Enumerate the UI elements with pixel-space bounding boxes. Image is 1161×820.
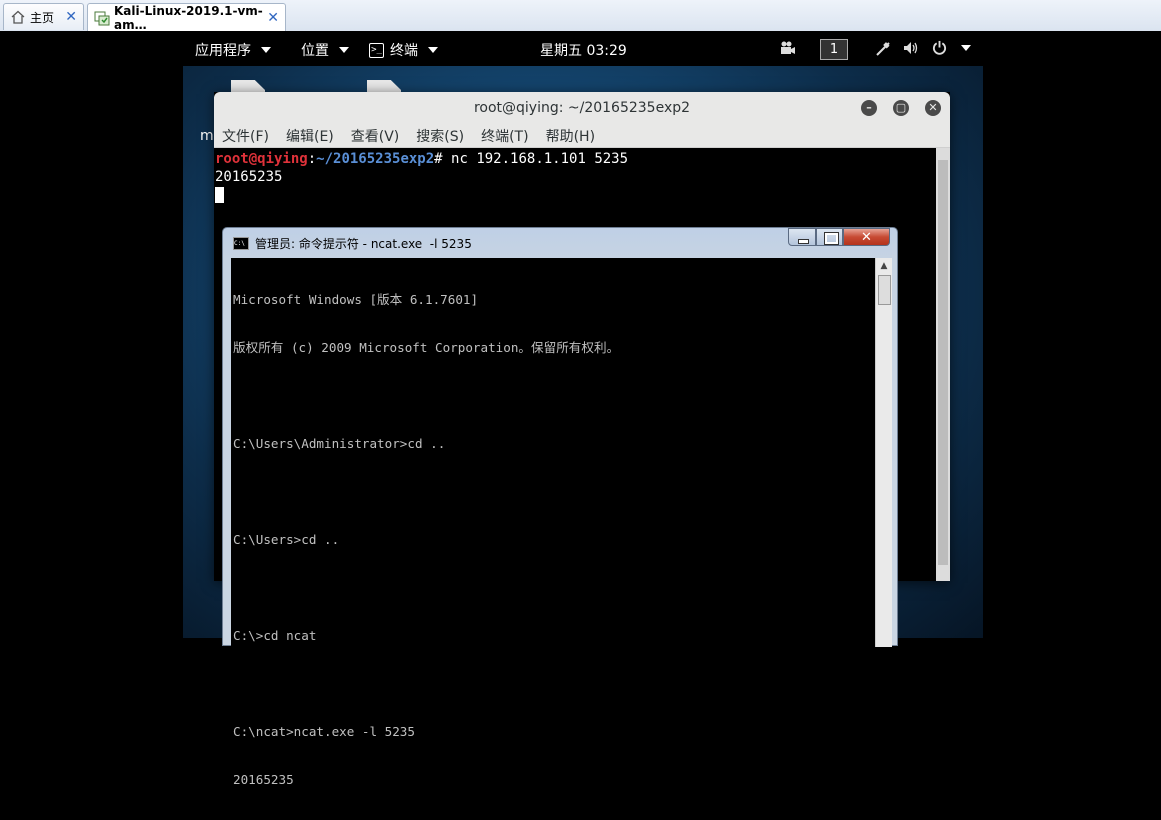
scrollbar-thumb[interactable]	[878, 275, 891, 305]
cmd-window: C:\ 管理员: 命令提示符 - ncat.exe -l 5235 ✕ Micr…	[222, 227, 898, 787]
close-icon[interactable]: ✕	[267, 10, 279, 26]
cmd-line	[233, 580, 875, 596]
prompt-path: ~/20165235exp2	[316, 151, 435, 167]
minimize-button[interactable]: –	[861, 100, 877, 116]
terminal-app-label: 终端	[390, 43, 418, 59]
terminal-title: root@qiying: ~/20165235exp2	[473, 100, 691, 116]
cmd-icon: C:\	[233, 236, 249, 250]
terminal-output-line: 20165235	[215, 169, 283, 185]
terminal-app-menu[interactable]: >_ 终端	[369, 40, 438, 60]
gnome-top-bar: 应用程序 位置 >_ 终端 星期五 03:29 1	[183, 31, 983, 66]
menu-terminal[interactable]: 终端(T)	[481, 126, 528, 146]
text-cursor	[215, 187, 224, 203]
applications-label: 应用程序	[195, 43, 251, 59]
terminal-icon: >_	[369, 42, 384, 58]
maximize-button[interactable]	[816, 228, 843, 246]
scrollbar-thumb[interactable]	[938, 160, 948, 565]
prompt-hash: #	[434, 151, 443, 167]
cmd-line: 版权所有 (c) 2009 Microsoft Corporation。保留所有…	[233, 340, 620, 355]
cmd-line: C:\>cd ncat	[233, 628, 317, 643]
terminal-cursor-line	[215, 186, 937, 204]
cmd-line: C:\ncat>ncat.exe -l 5235	[233, 724, 415, 739]
cmd-scrollbar[interactable]: ▲	[875, 258, 892, 647]
tab-kali-vm[interactable]: Kali-Linux-2019.1-vm-am… ✕	[87, 3, 286, 32]
cmd-line	[233, 388, 875, 404]
terminal-menubar: 文件(F) 编辑(E) 查看(V) 搜索(S) 终端(T) 帮助(H)	[214, 124, 950, 148]
video-camera-icon[interactable]	[780, 41, 796, 55]
menu-help[interactable]: 帮助(H)	[546, 126, 595, 146]
tab-kali-label: Kali-Linux-2019.1-vm-am…	[114, 3, 263, 32]
terminal-titlebar[interactable]: root@qiying: ~/20165235exp2 – ▢ ✕	[214, 92, 950, 124]
volume-icon[interactable]	[903, 41, 919, 55]
workspace-indicator[interactable]: 1	[820, 39, 848, 60]
close-button[interactable]: ✕	[925, 100, 941, 116]
prompt-separator: :	[307, 151, 317, 167]
terminal-command: nc 192.168.1.101 5235	[442, 151, 629, 167]
power-menu[interactable]	[932, 40, 971, 55]
tab-home[interactable]: 主页 ✕	[3, 3, 84, 30]
chevron-down-icon	[428, 47, 438, 53]
workspace-number: 1	[820, 39, 848, 60]
terminal-scrollbar[interactable]	[936, 148, 950, 581]
places-menu[interactable]: 位置	[301, 40, 349, 60]
minimize-button[interactable]	[788, 228, 816, 246]
home-icon	[10, 9, 26, 25]
close-icon: ✕	[861, 230, 872, 245]
menu-view[interactable]: 查看(V)	[351, 126, 400, 146]
cmd-line: Microsoft Windows [版本 6.1.7601]	[233, 292, 479, 307]
cmd-titlebar[interactable]: C:\ 管理员: 命令提示符 - ncat.exe -l 5235	[233, 234, 472, 252]
menu-search[interactable]: 搜索(S)	[416, 126, 464, 146]
cmd-line: 20165235	[233, 772, 294, 787]
prompt-user: root@qiying	[215, 151, 308, 167]
chevron-down-icon	[261, 47, 271, 53]
tab-home-label: 主页	[30, 10, 55, 25]
minimize-icon	[798, 239, 809, 244]
maximize-icon	[824, 232, 839, 245]
applications-menu[interactable]: 应用程序	[195, 40, 271, 60]
menu-file[interactable]: 文件(F)	[222, 126, 269, 146]
cmd-output[interactable]: Microsoft Windows [版本 6.1.7601] 版权所有 (c)…	[231, 258, 875, 787]
vmware-tab-bar: 主页 ✕ Kali-Linux-2019.1-vm-am… ✕	[0, 0, 1161, 32]
terminal-command-line: root@qiying:~/20165235exp2# nc 192.168.1…	[215, 150, 937, 168]
close-icon[interactable]: ✕	[65, 9, 77, 25]
places-label: 位置	[301, 43, 329, 59]
maximize-button[interactable]: ▢	[893, 100, 909, 116]
cmd-line	[233, 484, 875, 500]
scroll-up-arrow-icon[interactable]: ▲	[876, 258, 892, 274]
vm-icon	[94, 10, 110, 26]
chevron-down-icon	[961, 44, 971, 51]
cmd-line: C:\Users>cd ..	[233, 532, 340, 547]
power-icon	[932, 40, 947, 55]
clock-label: 星期五 03:29	[540, 43, 627, 59]
desktop-icon-label: m	[200, 128, 214, 144]
chevron-down-icon	[339, 47, 349, 53]
close-button[interactable]: ✕	[843, 228, 890, 246]
menu-edit[interactable]: 编辑(E)	[286, 126, 334, 146]
cmd-title: 管理员: 命令提示符 - ncat.exe -l 5235	[255, 236, 472, 251]
clock[interactable]: 星期五 03:29	[540, 40, 627, 60]
cmd-line: C:\Users\Administrator>cd ..	[233, 436, 446, 451]
network-icon[interactable]	[875, 41, 891, 57]
cmd-line	[233, 676, 875, 692]
